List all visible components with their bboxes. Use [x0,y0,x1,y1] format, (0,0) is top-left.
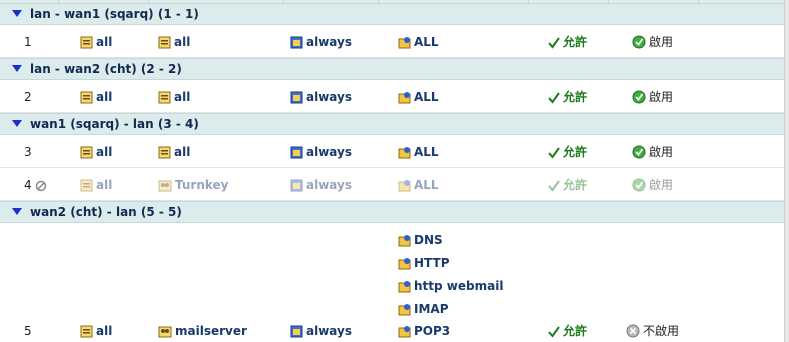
enabled-icon [632,35,646,53]
group-title: wan1 (sqarq) - lan (3 - 4) [30,117,199,131]
checkmark-icon [548,180,560,196]
group-title: lan - wan2 (cht) (2 - 2) [30,62,182,76]
service-cell[interactable]: ALL [398,177,439,196]
disabled-x-icon [626,324,640,342]
service-cell[interactable]: IMAP [398,301,449,320]
scrollbar-edge [784,0,789,342]
service-icon [398,146,411,163]
checkmark-icon [548,37,560,53]
service-icon [398,303,411,320]
collapse-triangle-icon[interactable] [12,10,22,17]
group-title: wan2 (cht) - lan (5 - 5) [30,205,182,219]
source-cell[interactable]: all [80,144,112,163]
address-icon [80,91,93,108]
destination-cell[interactable]: all [158,89,190,108]
service-cell[interactable]: DNS [398,232,443,251]
address-icon [158,91,171,108]
schedule-icon [290,36,303,53]
destination-cell[interactable]: all [158,144,190,163]
checkmark-icon [548,92,560,108]
table-row[interactable]: 5 all mailserver always DNS HTTP http we… [0,223,785,342]
group-header[interactable]: lan - wan2 (cht) (2 - 2) [0,58,785,80]
service-cell[interactable]: ALL [398,34,439,53]
service-cell[interactable]: POP3 [398,323,450,342]
destination-cell[interactable]: all [158,34,190,53]
schedule-icon [290,325,303,342]
schedule-icon [290,91,303,108]
address-icon [80,36,93,53]
address-group-icon [158,325,172,342]
schedule-cell[interactable]: always [290,144,352,163]
source-cell[interactable]: all [80,89,112,108]
action-cell: 允許 [548,89,587,108]
status-cell[interactable]: 啟用 [632,177,673,196]
group-header[interactable]: wan2 (cht) - lan (5 - 5) [0,201,785,223]
address-icon [158,36,171,53]
collapse-triangle-icon[interactable] [12,208,22,215]
checkmark-icon [548,147,560,163]
schedule-icon [290,146,303,163]
enabled-icon [632,178,646,196]
checkmark-icon [548,326,560,342]
table-row[interactable]: 4 all Turnkey always ALL 允許 啟用 [0,168,785,201]
policy-number: 1 [24,35,32,49]
destination-cell[interactable]: mailserver [158,323,247,342]
service-cell[interactable]: ALL [398,89,439,108]
action-cell: 允許 [548,323,587,342]
destination-cell[interactable]: Turnkey [158,177,229,196]
policy-number: 2 [24,90,32,104]
service-icon [398,91,411,108]
group-title: lan - wan1 (sqarq) (1 - 1) [30,7,199,21]
group-header[interactable]: wan1 (sqarq) - lan (3 - 4) [0,113,785,135]
service-icon [398,325,411,342]
status-cell[interactable]: 啟用 [632,89,673,108]
collapse-triangle-icon[interactable] [12,65,22,72]
status-cell[interactable]: 不啟用 [626,323,679,342]
enabled-icon [632,145,646,163]
service-icon [398,280,411,297]
policy-number: 4 [24,177,50,196]
action-cell: 允許 [548,177,587,196]
schedule-icon [290,179,303,196]
service-icon [398,257,411,274]
schedule-cell[interactable]: always [290,34,352,53]
service-cell[interactable]: ALL [398,144,439,163]
schedule-cell[interactable]: always [290,323,352,342]
service-cell[interactable]: HTTP [398,255,449,274]
source-cell[interactable]: all [80,323,112,342]
action-cell: 允許 [548,34,587,53]
address-icon [80,146,93,163]
table-row[interactable]: 2 all all always ALL 允許 啟用 [0,80,785,113]
service-icon [398,234,411,251]
status-cell[interactable]: 啟用 [632,34,673,53]
service-icon [398,179,411,196]
address-icon [80,325,93,342]
service-icon [398,36,411,53]
table-row[interactable]: 3 all all always ALL 允許 啟用 [0,135,785,168]
status-cell[interactable]: 啟用 [632,144,673,163]
table-row[interactable]: 1 all all always ALL 允許 啟用 [0,25,785,58]
policy-number: 5 [24,324,32,338]
action-cell: 允許 [548,144,587,163]
source-cell[interactable]: all [80,177,112,196]
source-cell[interactable]: all [80,34,112,53]
collapse-triangle-icon[interactable] [12,120,22,127]
address-group-icon [158,179,172,196]
policy-number: 3 [24,145,32,159]
disabled-icon [35,180,47,196]
schedule-cell[interactable]: always [290,89,352,108]
enabled-icon [632,90,646,108]
address-icon [80,179,93,196]
address-icon [158,146,171,163]
group-header[interactable]: lan - wan1 (sqarq) (1 - 1) [0,3,785,25]
service-cell[interactable]: http webmail [398,278,503,297]
schedule-cell[interactable]: always [290,177,352,196]
